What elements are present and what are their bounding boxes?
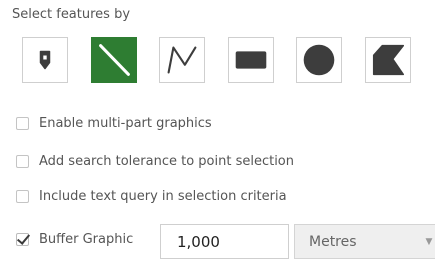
polygon-tool-button[interactable] [365, 37, 411, 83]
section-heading: Select features by [12, 7, 131, 22]
polyline-icon [167, 46, 197, 74]
buffer-unit-select[interactable]: Metres ▼ [294, 224, 435, 259]
buffer-distance-input[interactable] [160, 224, 289, 259]
point-tool-button[interactable] [22, 37, 68, 83]
rectangle-tool-button[interactable] [228, 37, 274, 83]
circle-tool-button[interactable] [296, 37, 342, 83]
multipart-option[interactable]: Enable multi-part graphics [16, 113, 212, 133]
text-query-option[interactable]: Include text query in selection criteria [16, 186, 287, 206]
rectangle-icon [235, 51, 267, 69]
select-features-panel: Select features by Enable multi-part gra… [0, 0, 435, 259]
tolerance-checkbox[interactable] [16, 154, 29, 168]
point-icon [39, 50, 51, 70]
tolerance-label: Add search tolerance to point selection [39, 153, 295, 169]
text-query-checkbox[interactable] [16, 189, 29, 203]
multipart-checkbox[interactable] [16, 116, 29, 130]
chevron-down-icon: ▼ [425, 236, 433, 247]
polyline-tool-button[interactable] [159, 37, 205, 83]
line-tool-button[interactable] [91, 37, 137, 83]
line-icon [99, 44, 130, 76]
multipart-label: Enable multi-part graphics [39, 115, 212, 131]
buffer-option[interactable]: Buffer Graphic [16, 229, 133, 249]
selection-tool-bar [22, 37, 422, 83]
text-query-label: Include text query in selection criteria [39, 188, 287, 204]
buffer-label: Buffer Graphic [39, 231, 134, 247]
circle-icon [303, 44, 335, 76]
buffer-unit-value: Metres [309, 233, 357, 250]
tolerance-option[interactable]: Add search tolerance to point selection [16, 151, 294, 171]
polygon-icon [372, 44, 405, 76]
buffer-checkbox[interactable] [16, 232, 29, 246]
